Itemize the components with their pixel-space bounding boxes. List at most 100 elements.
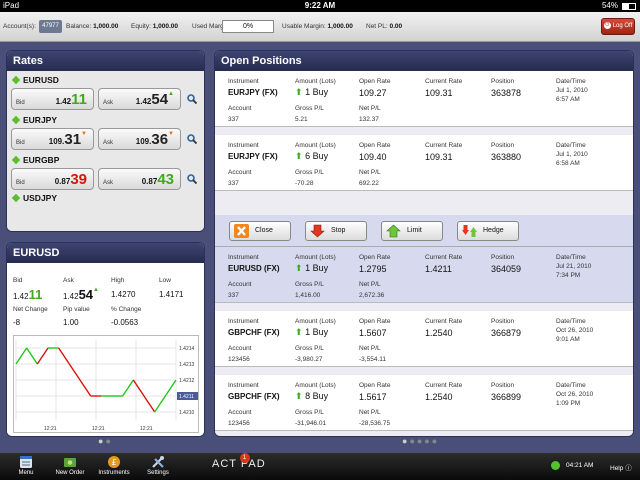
log-off-button[interactable]: ⏻ Log Off [601, 18, 635, 35]
bid-value: 1.4211 [13, 287, 43, 302]
tab-new-order[interactable]: New Order [50, 455, 90, 476]
high-value: 1.4270 [111, 290, 136, 299]
account-value: 337 [228, 292, 239, 299]
instrument-label: Instrument [228, 254, 259, 261]
net-pl-value: 2,672.36 [359, 292, 385, 299]
amount-label: Amount (Lots) [295, 142, 336, 149]
amount-value: ⬆ 8 Buy [295, 391, 329, 401]
svg-text:£: £ [111, 458, 116, 467]
pct-change-label: % Change [111, 306, 142, 313]
x-tick-label: 12:21 [140, 426, 153, 432]
open-rate-label: Open Rate [359, 78, 391, 85]
gross-pl-value: -70.28 [295, 180, 314, 187]
tab-menu[interactable]: Menu [6, 455, 46, 476]
diamond-icon [11, 115, 21, 125]
net-change-label: Net Change [13, 306, 48, 313]
price-segment [79, 379, 92, 397]
down-arrow-icon: ▼ [81, 131, 87, 137]
low-label: Low [159, 277, 171, 284]
rate-pair-usdjpy[interactable]: USDJPY [11, 192, 201, 205]
stop-arrow-icon [310, 224, 325, 238]
position-label: Position [491, 318, 515, 325]
bid-button[interactable]: Bid 1.4211 [11, 88, 94, 110]
current-rate-label: Current Rate [425, 382, 463, 389]
account-selector[interactable]: 47977 [39, 20, 62, 33]
price-segment [36, 347, 49, 365]
position-row[interactable]: Instrument EURJPY (FX) Amount (Lots) ⬆ 6 Bu… [215, 135, 633, 191]
close-button[interactable]: Close [229, 221, 291, 241]
position-action-bar: Close Stop Limit Hedge [215, 215, 633, 247]
magnify-icon[interactable] [187, 174, 197, 184]
position-value: 363878 [491, 88, 522, 98]
equity: Equity: 1,000.00 [131, 23, 178, 30]
clock-time: 9:22 AM [304, 1, 336, 10]
connection-status-icon [551, 461, 560, 470]
position-label: Position [491, 254, 515, 261]
amount-value: ⬆ 1 Buy [295, 327, 329, 337]
net-pl: Net PL: 0.00 [366, 23, 403, 30]
account-value: 337 [228, 116, 239, 123]
diamond-icon [11, 155, 21, 165]
open-positions-panel: Open Positions Close Stop Limit Hedge In… [214, 50, 634, 437]
pair-name: EURUSD [23, 75, 59, 85]
position-value: 363880 [491, 152, 522, 162]
position-row[interactable]: Instrument GBPCHF (FX) Amount (Lots) ⬆ 8 Bu… [215, 375, 633, 431]
new-order-icon [64, 458, 76, 467]
open-rate-label: Open Rate [359, 142, 391, 149]
net-pl-value: 692.22 [359, 180, 379, 187]
datetime-label: Date/Time [556, 318, 586, 325]
tab-settings[interactable]: Settings [138, 455, 178, 476]
notification-badge: 1 [240, 453, 250, 463]
ask-label: Ask [63, 277, 74, 284]
up-arrow-icon: ▲ [168, 91, 174, 97]
open-rate-value: 1.5617 [359, 392, 387, 402]
position-row[interactable]: Instrument EURJPY (FX) Amount (Lots) ⬆ 1 Bu… [215, 71, 633, 127]
datetime-label: Date/Time [556, 142, 586, 149]
up-arrow-icon: ▲ [93, 287, 99, 293]
ask-button[interactable]: Ask 0.8743 [98, 168, 181, 190]
open-rate-label: Open Rate [359, 382, 391, 389]
open-rate-value: 1.5607 [359, 328, 387, 338]
time-value: 1:09 PM [556, 400, 581, 407]
net-pl-value: -28,536.75 [359, 420, 391, 427]
account-label: Account [228, 345, 252, 352]
instrument-value: GBPCHF (FX) [228, 392, 280, 401]
pair-name: USDJPY [23, 193, 58, 203]
limit-button[interactable]: Limit [381, 221, 443, 241]
magnify-icon[interactable] [187, 94, 197, 104]
price-segment [58, 347, 70, 365]
buy-arrow-icon: ⬆ [295, 391, 303, 401]
bid-button[interactable]: Bid 109.31▼ [11, 128, 94, 150]
balance: Balance: 1,000.00 [66, 23, 119, 30]
menu-icon [20, 456, 32, 468]
current-rate-value: 1.4211 [425, 264, 452, 274]
bid-button[interactable]: Bid 0.8739 [11, 168, 94, 190]
position-value: 366879 [491, 328, 522, 338]
instrument-label: Instrument [228, 78, 259, 85]
magnify-icon[interactable] [187, 134, 197, 144]
y-tick-label: 1.4214 [179, 346, 195, 352]
gross-pl-label: Gross P/L [295, 105, 324, 112]
rates-title: Rates [7, 51, 204, 71]
pct-change-value: -0.0563 [111, 318, 139, 327]
ask-button[interactable]: Ask 1.4254▲ [98, 88, 181, 110]
x-tick-label: 12:21 [92, 426, 105, 432]
account-value: 123456 [228, 420, 250, 427]
x-tick-label: 12:21 [44, 426, 57, 432]
help-button[interactable]: Help ⓘ [610, 462, 632, 472]
position-row[interactable]: Instrument EURUSD (FX) Amount (Lots) ⬆ 1 Bu… [215, 247, 633, 303]
price-segment [154, 395, 166, 413]
net-pl-value: 132.37 [359, 116, 379, 123]
ask-button[interactable]: Ask 109.36▼ [98, 128, 181, 150]
price-chart[interactable]: 1.4214 1.4213 1.4212 1.4211 1.4210 12:21 12:21… [13, 335, 199, 433]
amount-label: Amount (Lots) [295, 78, 336, 85]
position-value: 364059 [491, 264, 522, 274]
positions-title: Open Positions [215, 51, 633, 71]
position-row[interactable]: Instrument GBPCHF (FX) Amount (Lots) ⬆ 1 Bu… [215, 311, 633, 367]
stop-button[interactable]: Stop [305, 221, 367, 241]
hedge-button[interactable]: Hedge [457, 221, 519, 241]
instrument-label: Instrument [228, 318, 259, 325]
net-pl-value: -3,554.11 [359, 356, 386, 363]
position-value: 366899 [491, 392, 522, 402]
tab-instruments[interactable]: £ Instruments [94, 455, 134, 476]
